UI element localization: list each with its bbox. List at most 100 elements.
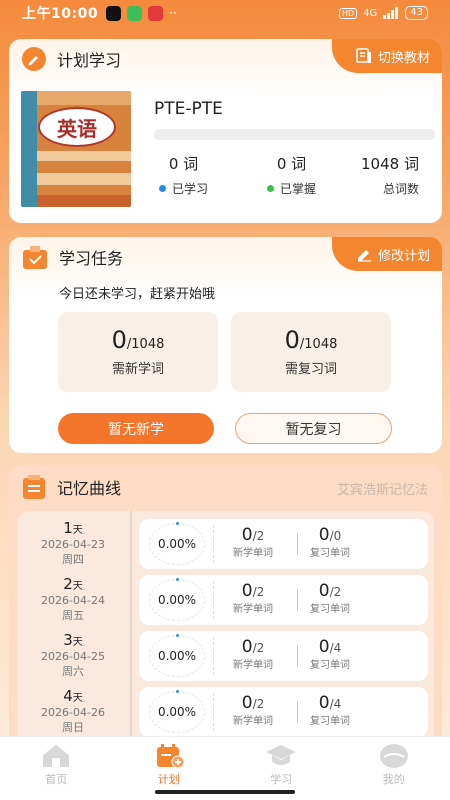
review-done: 0	[318, 581, 330, 601]
progress-percent: 0.00%	[157, 537, 197, 551]
battery-icon: 43	[405, 6, 428, 20]
signal-icon	[383, 7, 399, 19]
stat-learned-value: 0 词	[168, 155, 199, 173]
ebbinghaus-method-label: 艾宾浩斯记忆法	[336, 483, 428, 498]
stat-total-value: 1048 词	[361, 155, 419, 173]
curve-row-card[interactable]: 0.00% 0/2 新学单词 0/0 复习单词	[139, 519, 428, 569]
new-done: 0	[241, 693, 253, 713]
review-words-total: /1048	[299, 337, 338, 352]
day-value: 1	[63, 519, 73, 537]
new-words-stat: 0/2 新学单词	[223, 525, 283, 559]
day-value: 3	[63, 631, 73, 649]
nav-plan-label: 计划	[157, 773, 180, 786]
progress-ring: 0.00%	[149, 522, 205, 565]
curve-row-card[interactable]: 0.00% 0/2 新学单词 0/4 复习单词	[139, 631, 428, 681]
day-unit: 天	[72, 581, 83, 592]
edit-icon	[357, 250, 371, 262]
review-done: 0	[318, 637, 330, 657]
stat-mastered-value: 0 词	[276, 155, 307, 173]
ring-marker	[176, 690, 179, 693]
memory-curve-list[interactable]: 1天 2026-04-23 周四 0.00% 0/2 新学单词 0/0 复习单词	[17, 511, 434, 765]
new-words-caption: 新学单词	[233, 548, 273, 559]
profile-icon	[379, 744, 408, 768]
stat-total-label: 总词数	[382, 182, 419, 196]
review-words-box: 0/1048 需复习词	[231, 312, 391, 392]
book-stripe	[37, 195, 131, 207]
tiktok-icon	[106, 5, 122, 21]
curve-row-card[interactable]: 0.00% 0/2 新学单词 0/4 复习单词	[139, 687, 428, 737]
tasks-title: 学习任务	[59, 249, 124, 268]
review-words-label: 需复习词	[284, 362, 337, 377]
curve-row-day-1: 1天 2026-04-23 周四 0.00% 0/2 新学单词 0/0 复习单词	[17, 519, 434, 569]
book-cover[interactable]: 英语	[21, 91, 131, 207]
start-review-button[interactable]: 暂无复习	[235, 413, 392, 444]
graduation-cap-icon	[266, 745, 297, 765]
progress-percent: 0.00%	[157, 593, 197, 607]
review-words-caption: 复习单词	[310, 716, 350, 727]
day-date: 2026-04-23	[41, 538, 105, 551]
start-learning-button[interactable]: 暂无新学	[58, 413, 214, 444]
divider	[213, 581, 214, 619]
nav-home[interactable]: 首页	[0, 737, 113, 800]
new-words-box: 0/1048 需新学词	[58, 312, 218, 392]
hd-icon: HD	[338, 7, 358, 19]
red-app-icon	[148, 5, 164, 21]
day-date: 2026-04-24	[41, 594, 105, 607]
phone-app-icon	[127, 5, 143, 21]
day-unit: 天	[72, 525, 83, 536]
green-dot-icon	[267, 185, 274, 192]
new-words-stat: 0/2 新学单词	[223, 693, 283, 727]
network-label: 4G	[363, 7, 378, 19]
day-weekday: 周五	[62, 609, 84, 622]
edit-plan-button[interactable]: 修改计划	[331, 237, 442, 271]
day-info: 4天 2026-04-26 周日	[17, 687, 129, 735]
nav-profile[interactable]: 我的	[338, 737, 450, 800]
review-words-caption: 复习单词	[310, 548, 350, 559]
curve-row-day-3: 3天 2026-04-25 周六 0.00% 0/2 新学单词 0/4 复习单词	[17, 631, 434, 681]
book-stripe	[37, 151, 131, 161]
home-indicator[interactable]	[155, 790, 295, 794]
divider	[297, 589, 298, 611]
clipboard-icon	[23, 475, 45, 499]
review-words-count: 0/2	[300, 581, 360, 601]
new-words-caption: 新学单词	[233, 660, 273, 671]
new-words-caption: 新学单词	[233, 604, 273, 615]
review-done: 0	[318, 525, 330, 545]
day-info: 3天 2026-04-25 周六	[17, 631, 129, 679]
new-total: /2	[252, 697, 265, 711]
day-value: 4	[63, 687, 73, 705]
review-words-count: 0/0	[300, 525, 360, 545]
progress-ring: 0.00%	[149, 634, 205, 677]
review-words-caption: 复习单词	[310, 660, 350, 671]
book-stripe	[37, 173, 131, 185]
curve-row-card[interactable]: 0.00% 0/2 新学单词 0/2 复习单词	[139, 575, 428, 625]
memory-curve-title: 记忆曲线	[57, 479, 122, 498]
day-number: 3天	[17, 631, 129, 649]
switch-textbook-button[interactable]: 切换教材	[331, 39, 442, 73]
review-words-value: 0	[284, 326, 300, 354]
home-icon	[43, 745, 70, 767]
new-words-caption: 新学单词	[233, 716, 273, 727]
day-weekday: 周六	[62, 665, 84, 678]
progress-ring: 0.00%	[149, 578, 205, 621]
status-app-icons: ··	[106, 5, 177, 21]
ring-marker	[176, 578, 179, 581]
ring-marker	[176, 522, 179, 525]
review-total: /4	[329, 641, 342, 655]
divider	[213, 637, 214, 675]
switch-textbook-label: 切换教材	[377, 50, 430, 66]
review-total: /2	[329, 585, 342, 599]
new-total: /2	[252, 529, 265, 543]
battery-level: 43	[410, 7, 423, 18]
review-words-stat: 0/4 复习单词	[300, 637, 360, 671]
review-words-count: 0/1048	[231, 326, 391, 354]
new-words-stat: 0/2 新学单词	[223, 581, 283, 615]
blue-dot-icon	[159, 185, 166, 192]
day-unit: 天	[72, 637, 83, 648]
edit-plan-label: 修改计划	[377, 248, 430, 264]
stat-learned-label-row: 已学习	[159, 180, 208, 197]
status-time: 上午10:00	[22, 6, 99, 22]
task-box-icon	[23, 246, 47, 269]
new-words-total: /1048	[126, 337, 165, 352]
new-total: /2	[252, 585, 265, 599]
